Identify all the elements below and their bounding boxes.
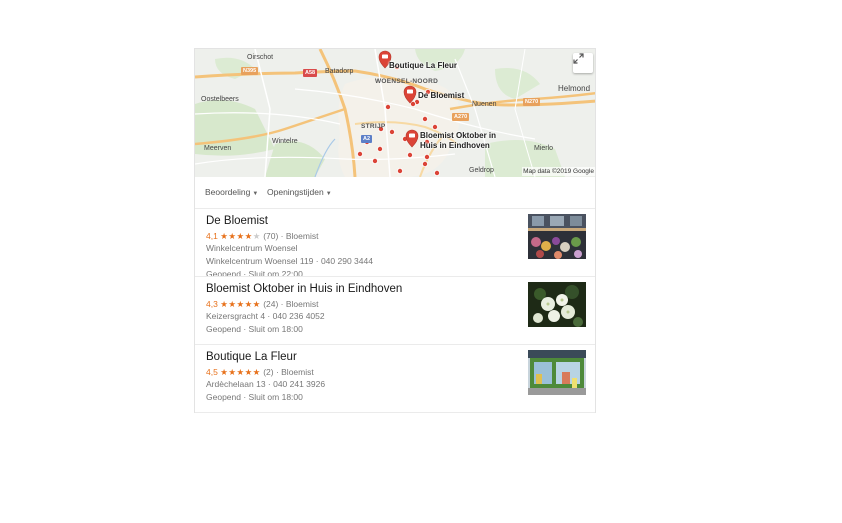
map-label-batadorp: Batadorp — [325, 68, 354, 75]
road-badge-a270: A270 — [452, 113, 470, 121]
listing-de-bloemist[interactable]: De Bloemist 4,1 ★★★★★ (70) · Bloemist Wi… — [195, 209, 595, 277]
shop-photo-image — [528, 214, 586, 259]
rating-value: 4,1 — [206, 231, 218, 241]
flower-photo-image — [528, 282, 586, 327]
filter-hours-label: Openingstijden — [267, 187, 324, 197]
map-pin-label-de-bloemist[interactable]: De Bloemist — [418, 91, 464, 100]
rating-stars-icon: ★★★★★ — [220, 299, 261, 309]
road-badge-n270: N270 — [523, 98, 541, 106]
caret-down-icon: ▼ — [325, 191, 332, 197]
map-label-nuenen: Nuenen — [472, 101, 497, 108]
listing-rating-row: 4,3 ★★★★★ (24) · Bloemist — [206, 299, 319, 309]
expand-icon — [573, 53, 584, 64]
listing-name[interactable]: De Bloemist — [206, 215, 268, 228]
listing-location: Winkelcentrum Woensel — [206, 243, 298, 253]
map-label-geldrop: Geldrop — [469, 167, 494, 174]
listing-photo[interactable] — [528, 350, 586, 395]
listing-rating-row: 4,1 ★★★★★ (70) · Bloemist — [206, 231, 319, 241]
map-pin-label-bloemist-oktober-line1[interactable]: Bloemist Oktober in — [420, 131, 496, 140]
review-count: (2) — [263, 367, 274, 377]
listing-name[interactable]: Boutique La Fleur — [206, 351, 297, 364]
rating-value: 4,3 — [206, 299, 218, 309]
rating-value: 4,5 — [206, 367, 218, 377]
review-count: (70) — [263, 231, 279, 241]
filter-rating-dropdown[interactable]: Beoordeling ▼ — [205, 187, 258, 197]
road-badge-a58: A58 — [303, 69, 318, 77]
listing-hours: Geopend · Sluit om 22:00 — [206, 269, 303, 277]
road-badge-n395: N395 — [241, 67, 259, 75]
caret-down-icon: ▼ — [252, 191, 259, 197]
review-count: (24) — [263, 299, 279, 309]
expand-map-button[interactable] — [573, 53, 593, 73]
listing-rating-row: 4,5 ★★★★★ (2) · Bloemist — [206, 367, 314, 377]
listing-address-phone: Winkelcentrum Woensel 119 · 040 290 3444 — [206, 256, 373, 266]
map-attribution: Map data ©2019 Google — [522, 167, 595, 176]
filter-hours-dropdown[interactable]: Openingstijden ▼ — [267, 187, 332, 197]
listing-address-phone: Ardèchelaan 13 · 040 241 3926 — [206, 379, 326, 389]
map-label-meerven: Meerven — [204, 145, 232, 152]
map-label-oirschot: Oirschot — [247, 54, 274, 61]
listing-photo[interactable] — [528, 214, 586, 259]
rating-stars-icon: ★★★★★ — [220, 231, 261, 241]
map-label-strijp: STRIJP — [361, 123, 386, 130]
listing-hours: Geopend · Sluit om 18:00 — [206, 324, 303, 334]
map-pin-label-bloemist-oktober-line2[interactable]: Huis in Eindhoven — [420, 141, 490, 150]
listing-bloemist-oktober[interactable]: Bloemist Oktober in Huis in Eindhoven 4,… — [195, 277, 595, 345]
storefront-photo-image — [528, 350, 586, 395]
map-label-oostelbeers: Oostelbeers — [201, 96, 239, 103]
local-results-card: Oirschot Batadorp WOENSEL-NOORD Oostelbe… — [194, 48, 596, 413]
listing-category: Bloemist — [285, 299, 319, 309]
map-pin-label-boutique-la-fleur[interactable]: Boutique La Fleur — [389, 61, 457, 70]
map[interactable]: Oirschot Batadorp WOENSEL-NOORD Oostelbe… — [195, 49, 595, 177]
rating-stars-icon: ★★★★★ — [220, 367, 261, 377]
listing-address-phone: Keizersgracht 4 · 040 236 4052 — [206, 311, 325, 321]
filter-bar: Beoordeling ▼ Openingstijden ▼ — [195, 177, 595, 209]
listing-category: Bloemist — [285, 231, 319, 241]
listing-category: Bloemist — [281, 367, 314, 377]
map-label-woensel-noord: WOENSEL-NOORD — [375, 78, 439, 85]
listing-photo[interactable] — [528, 282, 586, 327]
filter-rating-label: Beoordeling — [205, 187, 251, 197]
map-label-wintelre: Wintelre — [272, 138, 298, 145]
road-badge-a2: A2 — [361, 135, 373, 143]
map-label-mierlo: Mierlo — [534, 145, 554, 152]
listing-boutique-la-fleur[interactable]: Boutique La Fleur 4,5 ★★★★★ (2) · Bloemi… — [195, 345, 595, 413]
listing-hours: Geopend · Sluit om 18:00 — [206, 392, 303, 402]
listing-name[interactable]: Bloemist Oktober in Huis in Eindhoven — [206, 283, 402, 296]
map-label-helmond: Helmond — [558, 84, 591, 93]
